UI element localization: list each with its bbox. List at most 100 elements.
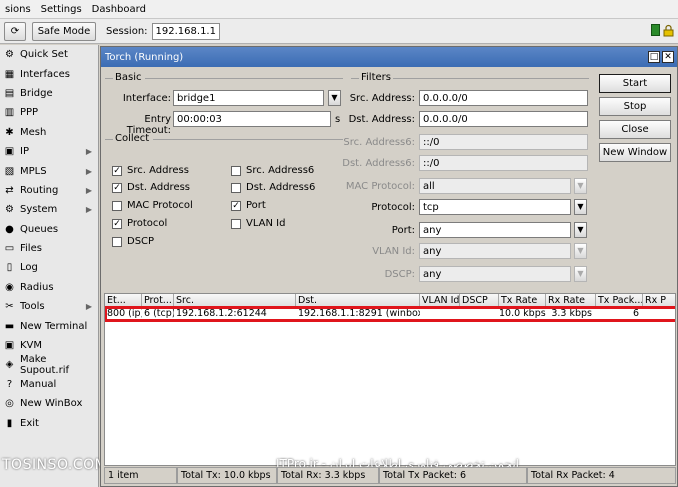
- checkbox-port[interactable]: ✓: [231, 201, 241, 211]
- filter-label: VLAN Id:: [372, 246, 415, 257]
- log-icon: ▯: [6, 262, 13, 274]
- routing-icon: ⇄: [5, 184, 14, 196]
- tools-icon: ✂: [5, 301, 14, 313]
- manual-icon: ?: [6, 378, 13, 390]
- group-line: [153, 139, 343, 140]
- chevron-right-icon: ▶: [85, 185, 92, 195]
- sidebar-item-routing[interactable]: ⇄ Routing ▶: [0, 181, 98, 200]
- maximize-icon[interactable]: □: [648, 51, 660, 63]
- winbox-icon: ◎: [5, 398, 14, 410]
- close-button[interactable]: Close: [599, 120, 671, 139]
- sidebar-item-exit[interactable]: ▮ Exit: [0, 413, 98, 432]
- close-icon[interactable]: ✕: [662, 51, 674, 63]
- menu-settings[interactable]: Settings: [36, 4, 87, 15]
- sidebar-item-new-terminal[interactable]: ▬ New Terminal: [0, 316, 98, 335]
- sidebar-item-radius[interactable]: ◉ Radius: [0, 278, 98, 297]
- checkbox-label: Protocol: [127, 218, 168, 229]
- filter-dropdown-button[interactable]: ▼: [574, 266, 587, 282]
- filter-dst-address6-field[interactable]: ::/0: [419, 155, 588, 171]
- sidebar-item-bridge[interactable]: ▤ Bridge: [0, 84, 98, 103]
- checkbox-dscp[interactable]: [112, 237, 122, 247]
- sidebar-item-make-supout-rif[interactable]: ◈ Make Supout.rif: [0, 354, 98, 376]
- status-total-rx-packet: Total Rx Packet: 4: [527, 467, 676, 484]
- checkbox-src-address6[interactable]: [231, 166, 241, 176]
- watermark: TOSINSO.COM: [2, 457, 108, 473]
- group-line: [145, 78, 343, 79]
- sidebar-item-queues[interactable]: ● Queues: [0, 220, 98, 239]
- torch-window: Torch (Running) □ ✕ Basic Interface: bri…: [100, 46, 678, 487]
- check-icon: ✓: [113, 166, 121, 176]
- group-line: [105, 139, 113, 140]
- checkbox-dst-address[interactable]: ✓: [112, 183, 122, 193]
- bridge-icon: ▤: [4, 87, 15, 99]
- sidebar-item-tools[interactable]: ✂ Tools ▶: [0, 297, 98, 316]
- filter-src-address6-field[interactable]: ::/0: [419, 134, 588, 150]
- checkbox-label: Src. Address: [127, 165, 189, 176]
- sidebar: ⚙ Quick Set ▦ Interfaces ▤ Bridge ▥ PPP ✱ Mesh ▣ IP…: [0, 45, 107, 487]
- sidebar-item-mesh[interactable]: ✱ Mesh: [0, 123, 98, 142]
- sidebar-item-ip[interactable]: ▣ IP ▶: [0, 142, 98, 161]
- checkbox-label: Dst. Address: [127, 182, 191, 193]
- stop-button[interactable]: Stop: [599, 97, 671, 116]
- checkbox-vlan-id[interactable]: [231, 219, 241, 229]
- files-icon: ▭: [4, 243, 15, 255]
- sidebar-item-label: Bridge: [20, 87, 53, 99]
- chevron-down-icon: ▼: [577, 181, 584, 190]
- menu-dashboard[interactable]: Dashboard: [87, 4, 151, 15]
- filter-label: Dst. Address6:: [342, 158, 415, 169]
- sidebar-item-mpls[interactable]: ▧ MPLS ▶: [0, 161, 98, 180]
- check-icon: ✓: [113, 183, 121, 193]
- window-title: Torch (Running): [105, 51, 184, 63]
- filter-label: Src. Address6:: [343, 137, 415, 148]
- sidebar-item-log[interactable]: ▯ Log: [0, 258, 98, 277]
- filter-label: Protocol:: [371, 202, 415, 213]
- sidebar-item-new-winbox[interactable]: ◎ New WinBox: [0, 394, 98, 413]
- safe-mode-button[interactable]: Safe Mode: [32, 21, 96, 41]
- filter-dropdown-button[interactable]: ▼: [574, 199, 587, 215]
- group-line: [351, 78, 359, 79]
- sidebar-item-label: Radius: [20, 281, 54, 293]
- sidebar-item-label: MPLS: [20, 165, 47, 177]
- window-title-bar[interactable]: Torch (Running): [101, 47, 677, 67]
- filter-vlan-id-field[interactable]: any: [419, 243, 571, 259]
- entry-timeout-input[interactable]: 00:00:03: [173, 111, 331, 127]
- check-icon: ✓: [232, 201, 240, 211]
- chevron-down-icon: ▼: [577, 225, 584, 234]
- checkbox-dst-address6[interactable]: [231, 183, 241, 193]
- session-field[interactable]: 192.168.1.1: [151, 22, 220, 40]
- sidebar-item-quick-set[interactable]: ⚙ Quick Set: [0, 45, 98, 64]
- filter-src-address-field[interactable]: 0.0.0.0/0: [419, 90, 588, 106]
- filter-dropdown-button[interactable]: ▼: [574, 178, 587, 194]
- sidebar-item-label: Quick Set: [20, 49, 68, 61]
- new-window-button[interactable]: New Window: [599, 143, 671, 162]
- sidebar-item-ppp[interactable]: ▥ PPP: [0, 103, 98, 122]
- chevron-right-icon: ▶: [85, 147, 92, 157]
- interface-select[interactable]: bridge1: [173, 90, 324, 106]
- radius-icon: ◉: [5, 281, 14, 293]
- group-line: [105, 78, 113, 79]
- checkbox-label: VLAN Id: [246, 218, 286, 229]
- sidebar-item-interfaces[interactable]: ▦ Interfaces: [0, 64, 98, 83]
- system-icon: ⚙: [5, 204, 14, 216]
- start-button[interactable]: Start: [599, 74, 671, 93]
- filter-protocol-field[interactable]: tcp: [419, 199, 571, 215]
- checkbox-src-address[interactable]: ✓: [112, 166, 122, 176]
- filter-dscp-field[interactable]: any: [419, 266, 571, 282]
- sidebar-item-system[interactable]: ⚙ System ▶: [0, 200, 98, 219]
- filter-port-field[interactable]: any: [419, 222, 571, 238]
- filter-mac-protocol-field[interactable]: all: [419, 178, 571, 194]
- filter-dropdown-button[interactable]: ▼: [574, 243, 587, 259]
- sidebar-item-kvm[interactable]: ▣ KVM: [0, 336, 98, 355]
- supout-icon: ◈: [5, 359, 14, 371]
- sidebar-item-files[interactable]: ▭ Files: [0, 239, 98, 258]
- checkbox-protocol[interactable]: ✓: [112, 219, 122, 229]
- chevron-down-icon: ▼: [577, 269, 584, 278]
- refresh-button[interactable]: ⟳: [4, 21, 26, 41]
- menu-bar: sions Settings Dashboard: [0, 0, 678, 19]
- checkbox-mac-protocol[interactable]: [112, 201, 122, 211]
- filter-label: Dst. Address:: [348, 114, 415, 125]
- menu-sessions[interactable]: sions: [0, 4, 36, 15]
- filter-dst-address-field[interactable]: 0.0.0.0/0: [419, 111, 588, 127]
- sidebar-item-manual[interactable]: ? Manual: [0, 375, 98, 394]
- filter-dropdown-button[interactable]: ▼: [574, 222, 587, 238]
